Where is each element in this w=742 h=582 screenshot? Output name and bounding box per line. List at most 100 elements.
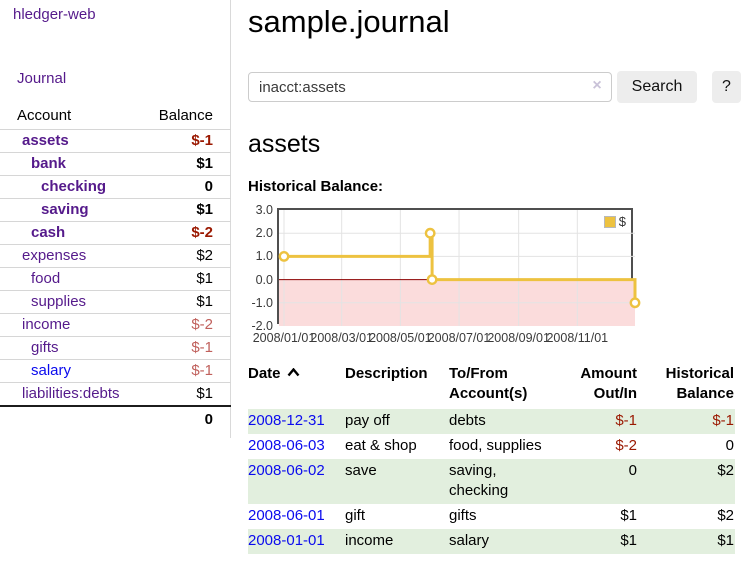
accounts-total-spacer bbox=[0, 406, 144, 432]
account-balance: $-1 bbox=[191, 132, 213, 149]
tofrom-cell: salary bbox=[449, 529, 561, 554]
date-link[interactable]: 2008-06-01 bbox=[248, 507, 325, 524]
search-input[interactable] bbox=[248, 72, 612, 102]
legend-swatch-dollar bbox=[604, 216, 616, 228]
account-balance: $1 bbox=[196, 201, 213, 218]
account-balance: $2 bbox=[196, 247, 213, 264]
balance-cell: 0 bbox=[643, 434, 735, 459]
register-table: Date Description To/FromAccount(s) Amoun… bbox=[248, 362, 735, 554]
accounts-header-account: Account bbox=[0, 104, 144, 130]
date-link[interactable]: 2008-01-01 bbox=[248, 532, 325, 549]
y-axis-tick-label: 2.0 bbox=[248, 225, 273, 241]
register-account-title: assets bbox=[248, 130, 742, 158]
x-axis-tick-label: 2008/05/01 bbox=[369, 331, 432, 345]
register-row: 2008-01-01 income salary $1 $1 bbox=[248, 529, 735, 554]
tofrom-cell: saving, checking bbox=[449, 459, 561, 504]
x-axis-tick-label: 2008/03/01 bbox=[310, 331, 373, 345]
x-axis-tick-label: 2008/07/01 bbox=[428, 331, 491, 345]
y-axis-tick-label: 3.0 bbox=[248, 202, 273, 218]
accounts-header-row: Account Balance bbox=[0, 104, 231, 130]
account-row: checking 0 bbox=[0, 176, 231, 199]
chart-legend: $ bbox=[603, 213, 627, 230]
account-balance: $-1 bbox=[191, 362, 213, 379]
balance-cell: $1 bbox=[643, 529, 735, 554]
search-form: × Search ? bbox=[248, 71, 742, 103]
accounts-total-row: 0 bbox=[0, 406, 231, 432]
accounts-header-balance: Balance bbox=[144, 104, 231, 130]
tofrom-cell: gifts bbox=[449, 504, 561, 529]
date-link[interactable]: 2008-12-31 bbox=[248, 412, 325, 429]
account-link[interactable]: supplies bbox=[31, 293, 86, 310]
account-row: liabilities:debts $1 bbox=[0, 383, 231, 407]
account-link[interactable]: food bbox=[31, 270, 60, 287]
account-row: supplies $1 bbox=[0, 291, 231, 314]
register-row: 2008-06-01 gift gifts $1 $2 bbox=[248, 504, 735, 529]
description-cell: gift bbox=[345, 504, 449, 529]
account-row: assets $-1 bbox=[0, 130, 231, 153]
account-row: cash $-2 bbox=[0, 222, 231, 245]
account-link[interactable]: gifts bbox=[31, 339, 59, 356]
account-row: gifts $-1 bbox=[0, 337, 231, 360]
accounts-table: Account Balance assets $-1 bank $1 check… bbox=[0, 104, 231, 432]
chart-title: Historical Balance: bbox=[248, 178, 742, 196]
date-link[interactable]: 2008-06-02 bbox=[248, 462, 325, 479]
account-row: saving $1 bbox=[0, 199, 231, 222]
account-link[interactable]: liabilities:debts bbox=[22, 385, 120, 402]
account-balance: $1 bbox=[196, 385, 213, 402]
date-link[interactable]: 2008-06-03 bbox=[248, 437, 325, 454]
account-balance: $-2 bbox=[191, 224, 213, 241]
amount-cell: $-2 bbox=[561, 434, 643, 459]
account-link[interactable]: checking bbox=[41, 178, 106, 195]
x-axis-tick-label: 2008/09/01 bbox=[487, 331, 550, 345]
account-balance: $1 bbox=[196, 270, 213, 287]
register-row: 2008-12-31 pay off debts $-1 $-1 bbox=[248, 409, 735, 434]
account-link[interactable]: expenses bbox=[22, 247, 86, 264]
account-row: salary $-1 bbox=[0, 360, 231, 383]
x-axis-tick-label: 2008/11/01 bbox=[546, 331, 608, 345]
account-row: expenses $2 bbox=[0, 245, 231, 268]
account-link[interactable]: salary bbox=[31, 362, 71, 379]
sidebar: hledger-web Journal Account Balance asse… bbox=[0, 0, 231, 438]
register-row: 2008-06-03 eat & shop food, supplies $-2… bbox=[248, 434, 735, 459]
account-link[interactable]: income bbox=[22, 316, 70, 333]
col-header-amount: AmountOut/In bbox=[561, 362, 643, 409]
tofrom-cell: debts bbox=[449, 409, 561, 434]
legend-label: $ bbox=[619, 214, 626, 229]
nav-journal-link[interactable]: Journal bbox=[17, 70, 66, 87]
clear-search-icon[interactable]: × bbox=[590, 78, 604, 94]
account-link[interactable]: assets bbox=[22, 132, 69, 149]
register-header-row: Date Description To/FromAccount(s) Amoun… bbox=[248, 362, 735, 409]
main-pane: sample.journal × Search ? assets Histori… bbox=[248, 0, 742, 554]
x-axis-tick-label: 2008/01/01 bbox=[253, 331, 316, 345]
chart-plot-area: $ bbox=[277, 208, 633, 324]
col-header-description: Description bbox=[345, 362, 449, 409]
balance-cell: $-1 bbox=[643, 409, 735, 434]
account-link[interactable]: bank bbox=[31, 155, 66, 172]
y-axis-tick-label: -1.0 bbox=[248, 295, 273, 311]
sort-ascending-icon bbox=[287, 368, 300, 377]
account-link[interactable]: cash bbox=[31, 224, 65, 241]
balance-chart: 3.02.01.00.0-1.0-2.0 $ 2008/01/012008/03… bbox=[248, 202, 742, 344]
accounts-total-value: 0 bbox=[144, 406, 231, 432]
account-balance: 0 bbox=[205, 178, 213, 195]
register-row: 2008-06-02 save saving, checking 0 $2 bbox=[248, 459, 735, 504]
balance-cell: $2 bbox=[643, 504, 735, 529]
y-axis-tick-label: 0.0 bbox=[248, 272, 273, 288]
search-button[interactable]: Search bbox=[617, 71, 697, 103]
amount-cell: $-1 bbox=[561, 409, 643, 434]
account-balance: $1 bbox=[196, 293, 213, 310]
account-row: bank $1 bbox=[0, 153, 231, 176]
account-balance: $1 bbox=[196, 155, 213, 172]
brand-link[interactable]: hledger-web bbox=[13, 6, 96, 23]
search-help-button[interactable]: ? bbox=[712, 71, 741, 103]
col-header-balance: HistoricalBalance bbox=[643, 362, 735, 409]
description-cell: pay off bbox=[345, 409, 449, 434]
account-row: food $1 bbox=[0, 268, 231, 291]
account-link[interactable]: saving bbox=[41, 201, 89, 218]
description-cell: save bbox=[345, 459, 449, 504]
account-row: income $-2 bbox=[0, 314, 231, 337]
col-header-date[interactable]: Date bbox=[248, 362, 345, 409]
col-header-tofrom: To/FromAccount(s) bbox=[449, 362, 561, 409]
amount-cell: $1 bbox=[561, 529, 643, 554]
balance-cell: $2 bbox=[643, 459, 735, 504]
